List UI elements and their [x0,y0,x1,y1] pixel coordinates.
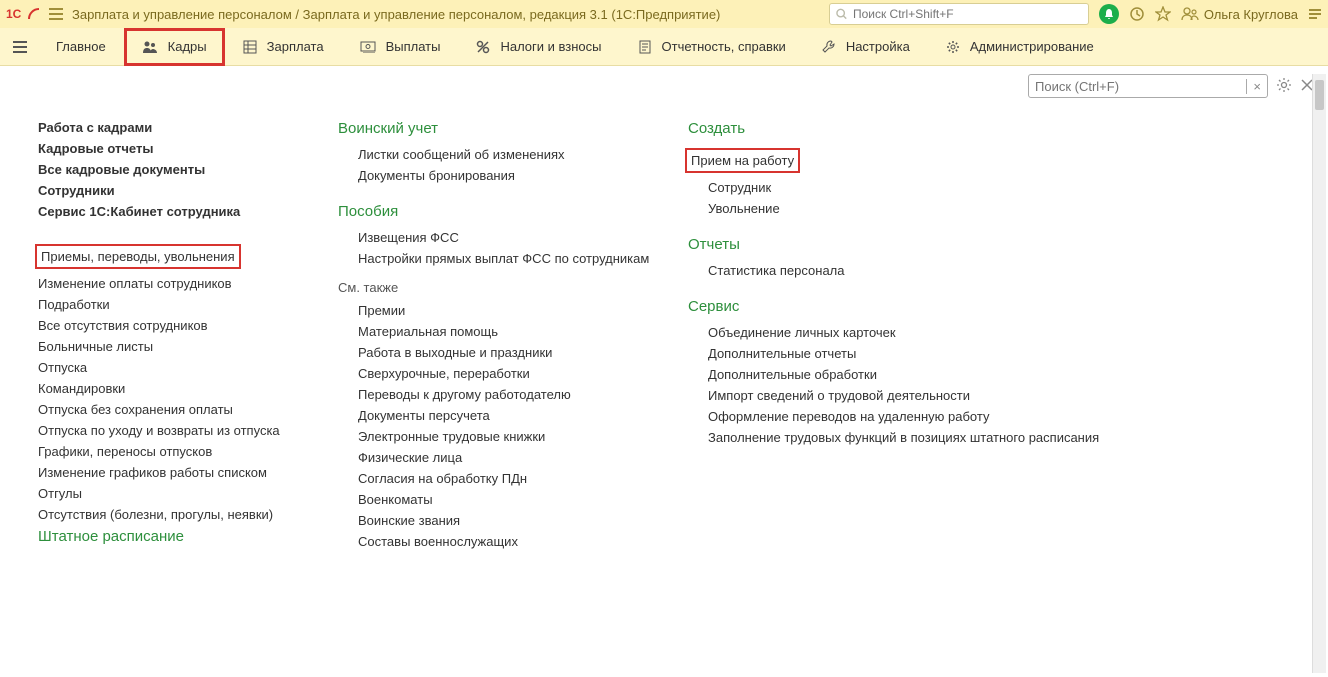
content-search-input[interactable] [1035,79,1242,94]
column-right: Создать Прием на работу Сотрудник Увольн… [688,114,1128,669]
clear-search-button[interactable]: × [1246,79,1261,94]
link-fss-settings[interactable]: Настройки прямых выплат ФСС по сотрудник… [358,251,688,266]
link-booking-docs[interactable]: Документы бронирования [358,168,688,183]
svg-text:1C: 1C [6,7,22,21]
menu-hr[interactable]: Кадры [124,28,225,66]
user-icon [1181,7,1199,21]
wrench-icon [822,40,836,54]
cash-icon [360,41,376,53]
link-overtime[interactable]: Сверхурочные, переработки [358,366,688,381]
content-toolbar: × [0,66,1328,102]
window-menu-button[interactable] [1308,7,1322,21]
title-bar: 1C Зарплата и управление персоналом / За… [0,0,1328,28]
app-logo: 1C [6,7,40,21]
menu-payments[interactable]: Выплаты [342,28,459,66]
menu-salary[interactable]: Зарплата [225,28,342,66]
link-fill-labor-func[interactable]: Заполнение трудовых функций в позициях ш… [708,430,1128,445]
link-merge-cards[interactable]: Объединение личных карточек [708,325,1128,340]
link-hire-transfer-fire[interactable]: Приемы, переводы, увольнения [38,247,238,266]
group-reports: Отчеты [688,236,1128,253]
global-search-input[interactable] [853,7,1082,21]
link-create-dismissal[interactable]: Увольнение [708,201,1128,216]
link-schedule-change[interactable]: Изменение графиков работы списком [38,465,338,480]
gear-icon [1276,77,1292,93]
link-import-labor[interactable]: Импорт сведений о трудовой деятельности [708,388,1128,403]
link-extra-reports[interactable]: Дополнительные отчеты [708,346,1128,361]
gear-icon [946,40,960,54]
global-search[interactable] [829,3,1089,25]
table-icon [243,40,257,54]
link-weekend-work[interactable]: Работа в выходные и праздники [358,345,688,360]
link-absences-other[interactable]: Отсутствия (болезни, прогулы, неявки) [38,507,338,522]
link-transfers-other[interactable]: Переводы к другому работодателю [358,387,688,402]
history-button[interactable] [1129,6,1145,22]
link-fss-notices[interactable]: Извещения ФСС [358,230,688,245]
link-vacations[interactable]: Отпуска [38,360,338,375]
link-work-with-hr[interactable]: Работа с кадрами [38,120,338,135]
favorites-button[interactable] [1155,6,1171,22]
link-military-change[interactable]: Листки сообщений об изменениях [358,147,688,162]
link-military-ranks[interactable]: Воинские звания [358,513,688,528]
group-staffing[interactable]: Штатное расписание [38,528,338,545]
menu-toggle[interactable] [8,28,38,66]
menu-main[interactable]: Главное [38,28,124,66]
menu-settings[interactable]: Настройка [804,28,928,66]
link-hr-reports[interactable]: Кадровые отчеты [38,141,338,156]
group-benefits: Пособия [338,203,688,220]
bell-icon [1103,8,1115,20]
link-comp-off[interactable]: Отгулы [38,486,338,501]
link-individuals[interactable]: Физические лица [358,450,688,465]
link-pay-change[interactable]: Изменение оплаты сотрудников [38,276,338,291]
link-military-staff[interactable]: Составы военнослужащих [358,534,688,549]
link-remote-transfers[interactable]: Оформление переводов на удаленную работу [708,409,1128,424]
clock-icon [1129,6,1145,22]
link-hire[interactable]: Прием на работу [688,151,797,170]
logo-arc-icon [28,8,40,20]
star-icon [1155,6,1171,22]
scrollbar-thumb[interactable] [1315,80,1324,110]
notifications-button[interactable] [1099,4,1119,24]
user-name: Ольга Круглова [1204,7,1298,22]
link-create-employee[interactable]: Сотрудник [708,180,1128,195]
link-elabor-books[interactable]: Электронные трудовые книжки [358,429,688,444]
link-material-aid[interactable]: Материальная помощь [358,324,688,339]
link-trips[interactable]: Командировки [38,381,338,396]
column-left: Работа с кадрами Кадровые отчеты Все кад… [38,114,338,669]
link-all-absences[interactable]: Все отсутствия сотрудников [38,318,338,333]
content-area: Работа с кадрами Кадровые отчеты Все кад… [0,102,1328,669]
vertical-scrollbar[interactable] [1312,74,1326,673]
see-also-heading: См. также [338,280,688,295]
link-military-offices[interactable]: Военкоматы [358,492,688,507]
menu-reports[interactable]: Отчетность, справки [620,28,804,66]
people-icon [142,40,158,54]
content-search[interactable]: × [1028,74,1268,98]
link-all-hr-docs[interactable]: Все кадровые документы [38,162,338,177]
column-middle: Воинский учет Листки сообщений об измене… [338,114,688,669]
content-settings-button[interactable] [1276,77,1292,96]
search-icon [836,8,847,20]
link-1c-cabinet[interactable]: Сервис 1С:Кабинет сотрудника [38,204,338,219]
group-military: Воинский учет [338,120,688,137]
group-create: Создать [688,120,1128,137]
link-employees[interactable]: Сотрудники [38,183,338,198]
main-menu: Главное Кадры Зарплата Выплаты Налоги и … [0,28,1328,66]
menu-taxes[interactable]: Налоги и взносы [458,28,619,66]
link-staff-stats[interactable]: Статистика персонала [708,263,1128,278]
link-consent[interactable]: Согласия на обработку ПДн [358,471,688,486]
menu-admin[interactable]: Администрирование [928,28,1112,66]
link-extra-processing[interactable]: Дополнительные обработки [708,367,1128,382]
link-vacation-schedules[interactable]: Графики, переносы отпусков [38,444,338,459]
link-parental-leave[interactable]: Отпуска по уходу и возвраты из отпуска [38,423,338,438]
link-bonuses[interactable]: Премии [358,303,688,318]
link-pers-docs[interactable]: Документы персучета [358,408,688,423]
link-side-jobs[interactable]: Подработки [38,297,338,312]
window-title: Зарплата и управление персоналом / Зарпл… [72,7,720,22]
link-sick-leaves[interactable]: Больничные листы [38,339,338,354]
percent-icon [476,40,490,54]
group-service: Сервис [688,298,1128,315]
report-icon [638,40,652,54]
user-menu[interactable]: Ольга Круглова [1181,7,1298,22]
hamburger-icon[interactable] [48,7,64,21]
link-unpaid-leave[interactable]: Отпуска без сохранения оплаты [38,402,338,417]
